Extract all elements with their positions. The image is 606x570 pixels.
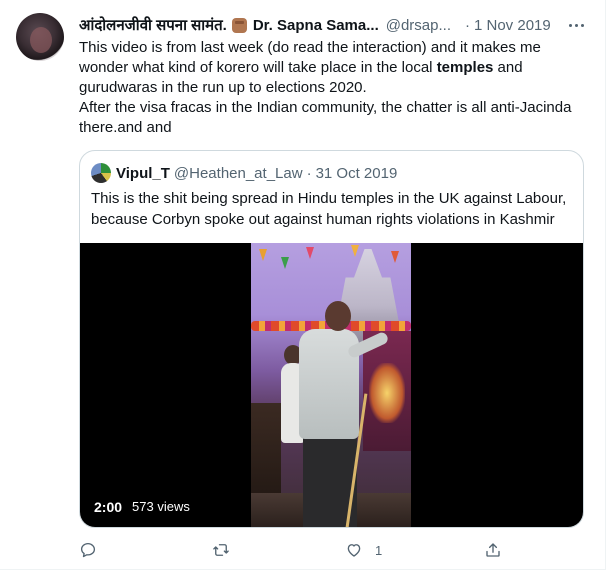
tweet-actions: 1 — [79, 538, 509, 562]
share-icon — [486, 543, 500, 557]
tweet-text-line: there.and and — [79, 119, 172, 136]
tweet-body: This video is from last week (do read th… — [79, 38, 589, 138]
bunting-flag — [306, 247, 314, 259]
quoted-text-line: because Corbyn spoke out against human r… — [91, 211, 555, 228]
quoted-tweet-header: Vipul_T @Heathen_at_Law · 31 Oct 2019 — [91, 163, 397, 183]
author-avatar[interactable] — [16, 13, 64, 61]
quoted-tweet-body: This is the shit being spread in Hindu t… — [91, 188, 576, 230]
quoted-tweet-date: 31 Oct 2019 — [315, 164, 398, 182]
heart-icon — [347, 544, 361, 557]
raised-fist-emoji-icon — [231, 17, 247, 33]
tweet-date[interactable]: 1 Nov 2019 — [474, 17, 551, 34]
author-handle[interactable]: @drsap... — [386, 17, 451, 34]
quoted-header-separator: · — [306, 164, 312, 182]
video-views: 573 views — [132, 499, 190, 514]
tweet-text-bold: temples — [436, 59, 494, 76]
retweet-button[interactable] — [212, 538, 230, 562]
bunting-flag — [391, 251, 399, 263]
like-count: 1 — [375, 542, 383, 558]
bunting-flag — [259, 249, 267, 261]
speaker-head — [325, 301, 351, 331]
tweet-text-line: gurudwaras in the run up to elections 20… — [79, 79, 367, 96]
video-duration: 2:00 — [94, 499, 123, 515]
tweet-text-segment: wonder what kind of korero will take pla… — [79, 59, 437, 76]
like-button[interactable]: 1 — [345, 538, 382, 562]
tweet-text-line: After the visa fracas in the Indian comm… — [79, 99, 572, 116]
quoted-author-handle: @Heathen_at_Law — [173, 164, 303, 182]
author-display-name[interactable]: आंदोलनजीवी सपना सामंत. — [79, 15, 227, 35]
bunting-flag — [351, 245, 359, 257]
quoted-author-name: Vipul_T — [116, 164, 170, 182]
video-thumbnail — [251, 243, 411, 527]
reply-icon — [80, 542, 96, 558]
author-display-name-2[interactable]: Dr. Sapna Sama... — [253, 17, 379, 34]
bunting-flag — [281, 257, 289, 269]
tweet-text-line: wonder what kind of korero will take pla… — [79, 58, 589, 78]
share-button[interactable] — [484, 538, 502, 562]
shrine-idol — [369, 363, 405, 423]
quoted-text-line: This is the shit being spread in Hindu t… — [91, 190, 567, 207]
retweet-icon — [213, 544, 229, 556]
more-options-icon[interactable] — [566, 16, 586, 34]
tweet-text-segment: and — [493, 59, 523, 76]
quoted-author-avatar — [91, 163, 111, 183]
tweet-header: आंदोलनजीवी सपना सामंत. Dr. Sapna Sama...… — [79, 15, 589, 35]
video-meta: 2:00 573 views — [94, 499, 190, 515]
header-separator: · — [465, 16, 470, 34]
quoted-tweet-card[interactable]: Vipul_T @Heathen_at_Law · 31 Oct 2019 Th… — [79, 150, 584, 528]
reply-button[interactable] — [79, 538, 97, 562]
video-player[interactable]: 2:00 573 views — [80, 243, 583, 527]
tweet-text-line: This video is from last week (do read th… — [79, 39, 541, 56]
